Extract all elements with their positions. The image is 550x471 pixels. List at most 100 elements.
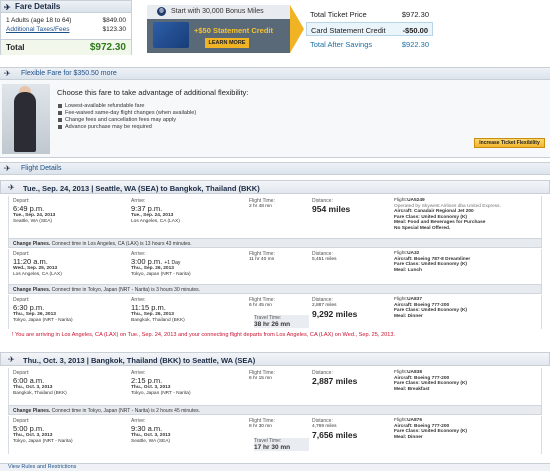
connection-text: Connect time in Tokyo, Japan (NRT - Nari… <box>51 408 201 414</box>
meal: Meal: Dinner <box>394 434 423 440</box>
card-credit-value: -$50.00 <box>402 26 428 35</box>
fare-taxes-row: Additional Taxes/Fees $123.30 <box>6 26 126 34</box>
flight-info-column: Flight:UA837 Aircraft: Boeing 777-200 Fa… <box>394 297 540 319</box>
travel-time-box: Travel Time: 17 hr 30 mn <box>254 438 309 451</box>
after-savings-row: Total After Savings $922.30 <box>306 37 433 51</box>
flight-segment: Depart: 6:00 a.m. Thu., Oct. 3, 2013 Ban… <box>8 368 542 405</box>
flexible-fare-title: Flexible Fare for $350.50 more <box>21 70 117 77</box>
flight-label: Flight: <box>394 251 408 256</box>
depart-place: Seattle, WA (SEA) <box>13 218 53 224</box>
flight-time-column: Flight Time: 6 hr 15 mn <box>249 370 307 382</box>
depart-place: Los Angeles, CA (LAX) <box>13 271 62 277</box>
change-planes-label: Change Planes. <box>13 241 51 247</box>
benefit-item: Lowest-available refundable fare <box>58 103 196 110</box>
flight-number[interactable]: UA837 <box>407 297 422 302</box>
depart-time: 11:20 a.m. <box>13 257 48 266</box>
fare-adults-value: $849.00 <box>102 17 127 24</box>
flight-time-value: 11 hr 40 mn <box>249 257 275 262</box>
arrive-place: Tokyo, Japan (NRT - Narita) <box>131 390 191 396</box>
total-distance: 7,656 miles <box>312 429 358 440</box>
arrive-column: Arrive: 2:15 p.m. Thu., Oct. 3, 2013 Tok… <box>131 370 246 396</box>
depart-time: 5:00 p.m. <box>13 424 45 433</box>
benefit-item: Fee-waived same-day flight changes (when… <box>58 110 196 117</box>
connection-note: Change Planes. Connect time in Tokyo, Ja… <box>8 284 542 294</box>
fare-details-header: ✈ Fare Details <box>1 1 131 13</box>
traveler-photo <box>2 84 50 154</box>
arrive-time: 9:30 a.m. <box>131 424 163 433</box>
promo-headline: Start with 30,000 Bonus Miles <box>171 8 264 15</box>
credit-card-image <box>153 22 189 48</box>
flight-number[interactable]: UA838 <box>407 370 422 375</box>
ticket-price-value: $972.30 <box>401 10 429 19</box>
flight-time-column: Flight Time: 11 hr 40 mn <box>249 251 307 263</box>
outbound-leg-header[interactable]: ✈ Tue., Sep. 24, 2013 | Seattle, WA (SEA… <box>0 180 550 194</box>
arrive-time: 9:37 p.m. <box>131 204 163 213</box>
flight-time-column: Flight Time: 8 hr 30 mn <box>249 418 307 430</box>
increase-flexibility-button[interactable]: Increase Ticket Flexibility <box>474 138 545 148</box>
flexible-fare-benefits: Lowest-available refundable fare Fee-wai… <box>58 103 196 131</box>
flight-segment: Depart: 6:30 p.m. Thu., Sep. 26, 2013 To… <box>8 295 542 329</box>
card-credit-row: Card Statement Credit -$50.00 <box>306 22 433 36</box>
fare-details-panel: ✈ Fare Details 1 Adults (age 18 to 64) $… <box>0 0 132 55</box>
flight-number[interactable]: UA5249 <box>407 198 425 203</box>
flexible-fare-panel: Choose this fare to take advantage of ad… <box>0 80 550 158</box>
connection-text: Connect time in Los Angeles, CA (LAX) is… <box>51 241 192 247</box>
arrive-place: Tokyo, Japan (NRT - Narita) <box>131 271 191 277</box>
flight-number[interactable]: UA32 <box>407 251 419 256</box>
flight-segment: Depart: 6:49 p.m. Tue., Sep. 24, 2013 Se… <box>8 196 542 238</box>
distance-column: Distance: 5,451 miles <box>312 251 392 263</box>
distance-column: Distance: 4,769 miles 7,656 miles <box>312 418 392 440</box>
fare-adults-label: 1 Adults (age 18 to 64) <box>6 17 72 24</box>
benefit-item: Advance purchase may be required <box>58 124 196 131</box>
flight-segment: Depart: 11:20 a.m. Wed., Sep. 25, 2013 L… <box>8 249 542 284</box>
distance-value: 954 miles <box>312 204 351 214</box>
fare-taxes-value: $123.30 <box>102 26 127 33</box>
total-distance: 9,292 miles <box>312 308 358 319</box>
plane-icon: ✈ <box>8 355 15 364</box>
flight-time-value: 6 hr 45 mn <box>249 303 272 308</box>
meal: Meal: Lunch <box>394 267 422 273</box>
flight-info-column: Flight:UA876 Aircraft: Boeing 777-200 Fa… <box>394 418 540 440</box>
arrive-place: Los Angeles, CA (LAX) <box>131 218 180 224</box>
credit-card-promo[interactable]: ◍ Start with 30,000 Bonus Miles +$50 Sta… <box>147 5 290 53</box>
fare-taxes-link[interactable]: Additional Taxes/Fees <box>6 26 69 33</box>
meal: Meal: Breakfast <box>394 386 430 392</box>
arrive-column: Arrive: 11:15 p.m. Thu., Sep. 26, 2013 B… <box>131 297 246 323</box>
traveler-body <box>14 92 36 152</box>
fare-total-row: Total $972.30 <box>1 39 131 55</box>
return-leg-header[interactable]: ✈ Thu., Oct. 3, 2013 | Bangkok, Thailand… <box>0 352 550 366</box>
distance-column: Distance: 954 miles <box>312 198 392 214</box>
depart-column: Depart: 6:30 p.m. Thu., Sep. 26, 2013 To… <box>13 297 123 323</box>
fare-total-value: $972.30 <box>89 42 126 53</box>
plane-icon: ✈ <box>4 69 11 78</box>
meal: Meal: Dinner <box>394 313 423 319</box>
fare-total-label: Total <box>6 43 25 52</box>
depart-column: Depart: 6:49 p.m. Tue., Sep. 24, 2013 Se… <box>13 198 123 224</box>
flight-time-column: Flight Time: 6 hr 45 mn <box>249 297 307 309</box>
arrive-time: 3:00 p.m. <box>131 257 163 266</box>
depart-column: Depart: 11:20 a.m. Wed., Sep. 25, 2013 L… <box>13 251 123 277</box>
travel-time-value: 17 hr 30 mn <box>254 444 291 451</box>
after-savings-value: $922.30 <box>401 40 429 49</box>
connection-note: Change Planes. Connect time in Tokyo, Ja… <box>8 405 542 415</box>
flight-info-column: Flight:UA32 Aircraft: Boeing 787-8 Dream… <box>394 251 540 273</box>
travel-time-box: Travel Time: 38 hr 26 mn <box>254 315 309 328</box>
depart-time: 6:00 a.m. <box>13 376 45 385</box>
promo-arrow-icon <box>290 5 304 53</box>
view-rules-link[interactable]: View Rules and Restrictions <box>8 464 76 470</box>
plane-icon: ✈ <box>4 3 11 12</box>
promo-credit: +$50 Statement Credit <box>194 26 273 35</box>
change-planes-label: Change Planes. <box>13 287 51 293</box>
arrive-time: 11:15 p.m. <box>131 303 166 312</box>
learn-more-button[interactable]: LEARN MORE <box>205 38 249 48</box>
flight-time-value: 2 hr 48 mn <box>249 204 272 209</box>
fare-adults-row: 1 Adults (age 18 to 64) $849.00 <box>6 17 126 25</box>
flight-number[interactable]: UA876 <box>407 418 422 423</box>
arrive-place: Seattle, WA (SEA) <box>131 438 171 444</box>
flight-details-title: Flight Details <box>21 165 62 172</box>
flexible-fare-question: Choose this fare to take advantage of ad… <box>57 88 249 97</box>
depart-time: 6:49 p.m. <box>13 204 45 213</box>
flight-info-column: Flight:UA5249 Operated by Skywest Airlin… <box>394 198 540 231</box>
distance-value: 5,451 miles <box>312 257 337 262</box>
distance-column: Distance: 2,887 miles 9,292 miles <box>312 297 392 319</box>
